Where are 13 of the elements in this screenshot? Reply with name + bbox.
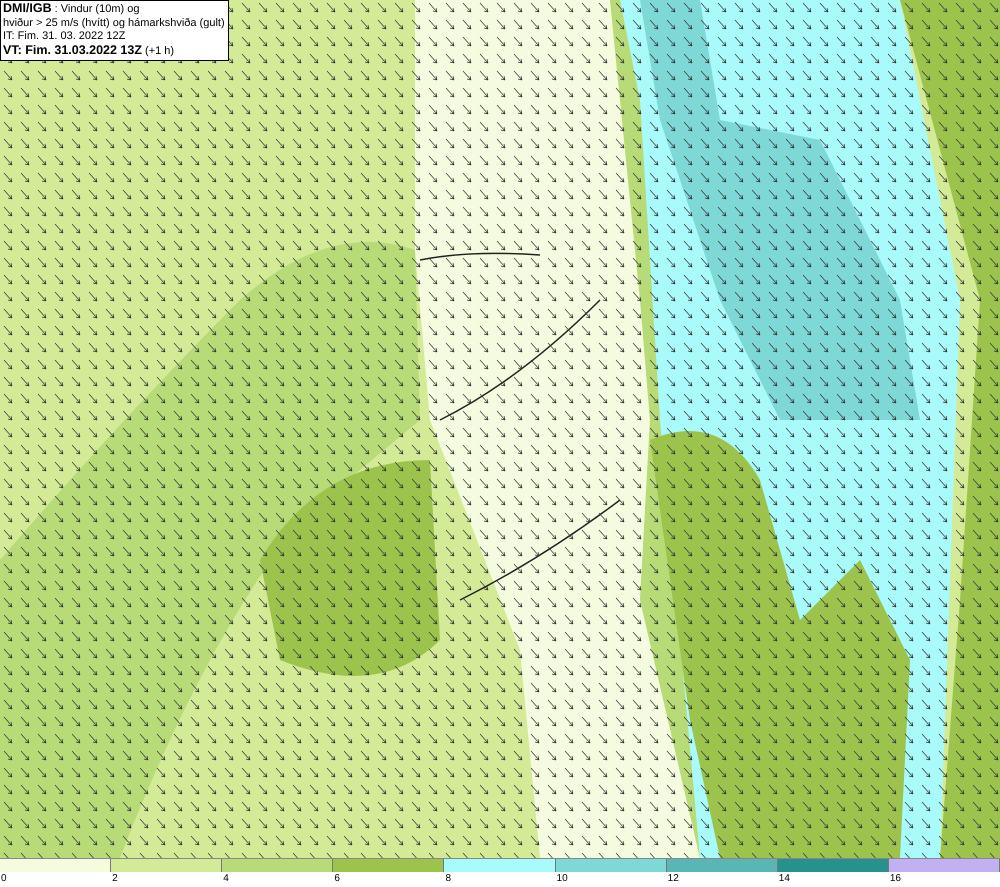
tick-label: 0 <box>0 872 7 886</box>
tick-label: 16 <box>888 872 901 886</box>
legend-text: VT: Fim. 31.03.2022 13Z (+1 h) <box>3 44 176 58</box>
tick-label: 12 <box>666 872 679 886</box>
legend-text: IT: Fim. 31. 03. 2022 12Z <box>3 30 126 44</box>
tick-label: 14 <box>778 872 790 886</box>
tick-label: 2 <box>111 872 118 886</box>
tick-label: 6 <box>333 872 340 886</box>
tick-label: 8 <box>444 872 451 886</box>
legend-text: DMI/IGB : Vindur (10m) og <box>3 2 140 16</box>
tick-label: 10 <box>556 872 568 886</box>
legend-text: hviður > 25 m/s (hvítt) og hámarkshviða (gult) <box>3 16 225 30</box>
tick-label: 4 <box>222 872 229 886</box>
